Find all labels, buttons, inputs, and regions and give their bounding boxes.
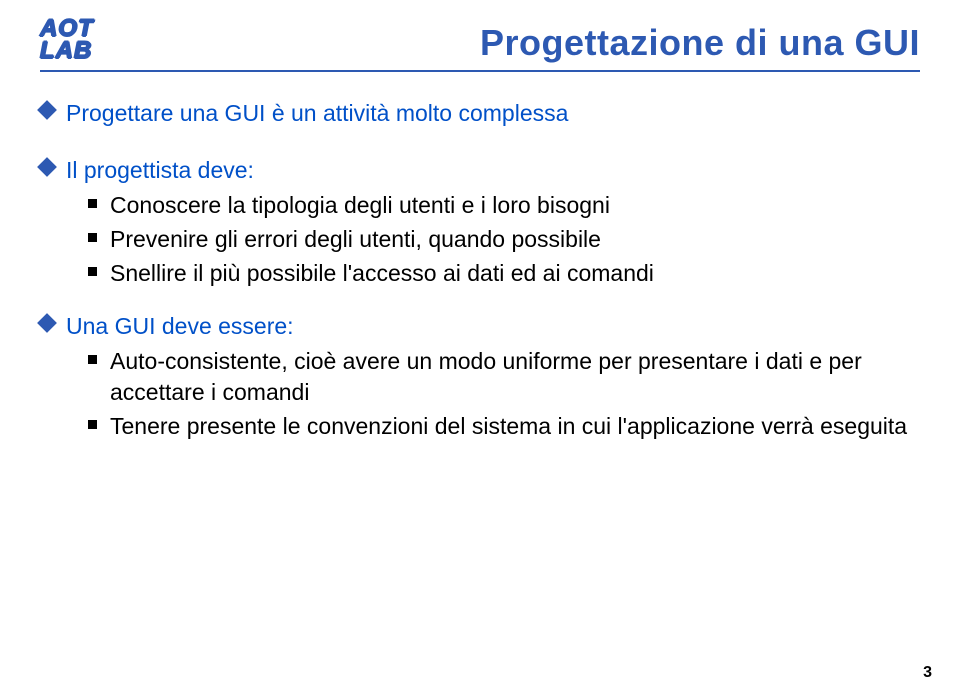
bullet-sub: Tenere presente le convenzioni del siste…: [88, 411, 920, 442]
page-number: 3: [923, 664, 932, 682]
sub-text: Auto-consistente, cioè avere un modo uni…: [110, 346, 920, 408]
sub-text: Snellire il più possibile l'accesso ai d…: [110, 258, 920, 289]
main-text: Progettare una GUI è un attività molto c…: [66, 98, 920, 129]
logo-line-lab: LAB: [40, 40, 94, 62]
square-icon: [88, 411, 110, 429]
slide-header: AOT LAB Progettazione di una GUI: [40, 18, 920, 64]
diamond-icon: [40, 311, 66, 330]
sub-text: Tenere presente le convenzioni del siste…: [110, 411, 920, 442]
bullet-sub: Snellire il più possibile l'accesso ai d…: [88, 258, 920, 289]
bullet-main: Il progettista deve:: [40, 155, 920, 186]
square-icon: [88, 190, 110, 208]
sub-list: Conoscere la tipologia degli utenti e i …: [88, 190, 920, 289]
bullet-main: Una GUI deve essere:: [40, 311, 920, 342]
square-icon: [88, 224, 110, 242]
main-text: Il progettista deve:: [66, 155, 920, 186]
sub-text: Prevenire gli errori degli utenti, quand…: [110, 224, 920, 255]
bullet-sub: Prevenire gli errori degli utenti, quand…: [88, 224, 920, 255]
page-title: Progettazione di una GUI: [480, 22, 920, 64]
diamond-icon: [40, 155, 66, 174]
bullet-sub: Conoscere la tipologia degli utenti e i …: [88, 190, 920, 221]
diamond-icon: [40, 98, 66, 117]
sub-text: Conoscere la tipologia degli utenti e i …: [110, 190, 920, 221]
square-icon: [88, 258, 110, 276]
square-icon: [88, 346, 110, 364]
lab-logo: AOT LAB: [40, 18, 94, 61]
header-divider: [40, 70, 920, 72]
slide-content: Progettare una GUI è un attività molto c…: [40, 98, 920, 442]
main-text: Una GUI deve essere:: [66, 311, 920, 342]
slide-page: AOT LAB Progettazione di una GUI Progett…: [0, 0, 960, 700]
bullet-sub: Auto-consistente, cioè avere un modo uni…: [88, 346, 920, 408]
bullet-main: Progettare una GUI è un attività molto c…: [40, 98, 920, 129]
sub-list: Auto-consistente, cioè avere un modo uni…: [88, 346, 920, 442]
